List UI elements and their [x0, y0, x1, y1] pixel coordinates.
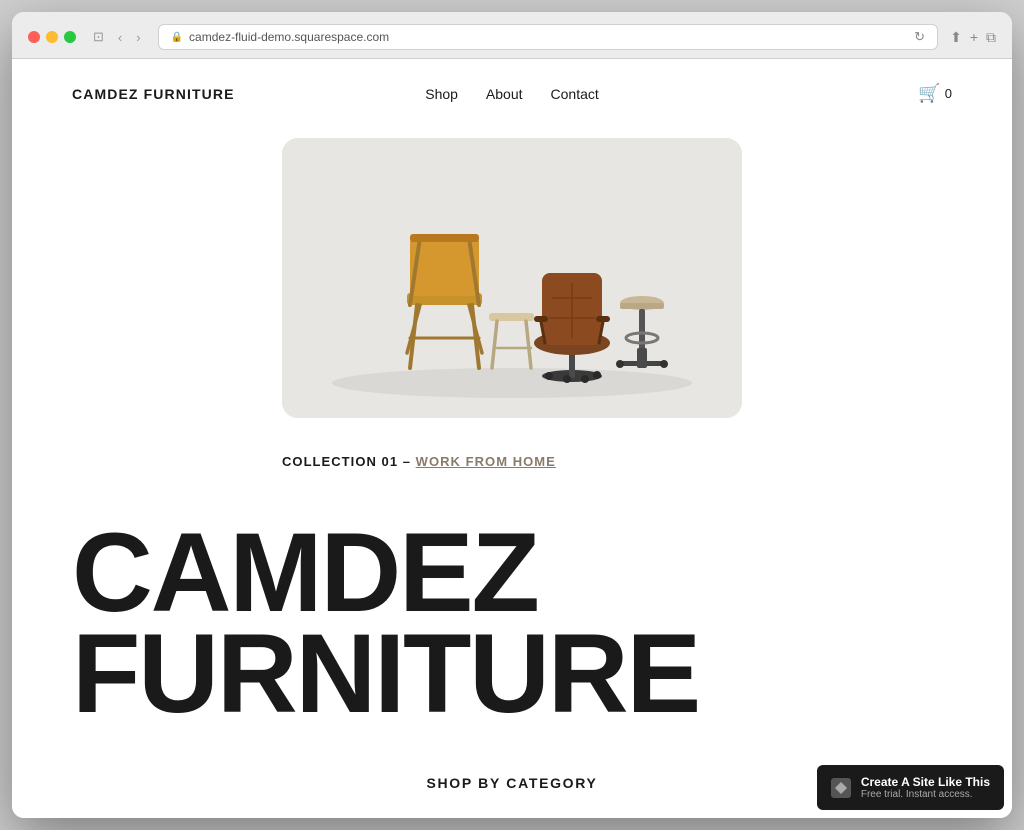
url-text: camdez-fluid-demo.squarespace.com	[189, 30, 389, 44]
hero-title: CAMDEZ FURNITURE	[72, 523, 952, 725]
traffic-lights	[28, 31, 76, 43]
browser-actions: ⬆ + ⧉	[950, 29, 996, 46]
browser-window: ⊡ ‹ › 🔒 camdez-fluid-demo.squarespace.co…	[12, 12, 1012, 818]
minimize-button[interactable]	[46, 31, 58, 43]
product-card[interactable]	[282, 138, 742, 418]
tab-overview-icon[interactable]: ⧉	[986, 29, 996, 46]
nav-link-about[interactable]: About	[486, 86, 523, 102]
nav-links: Shop About Contact	[425, 86, 599, 102]
hero-section: COLLECTION 01 – WORK FROM HOME	[12, 128, 1012, 503]
maximize-button[interactable]	[64, 31, 76, 43]
banner-main-text: Create A Site Like This	[861, 775, 990, 789]
cart-area[interactable]: 🛒 0	[918, 83, 952, 104]
banner-text: Create A Site Like This Free trial. Inst…	[861, 775, 990, 800]
cart-count: 0	[945, 86, 952, 101]
refresh-icon[interactable]: ↻	[914, 29, 925, 45]
share-icon[interactable]: ⬆	[950, 29, 962, 46]
squarespace-banner[interactable]: Create A Site Like This Free trial. Inst…	[817, 765, 1004, 810]
product-image	[282, 138, 742, 418]
forward-button[interactable]: ›	[131, 28, 145, 47]
chairs-svg	[282, 138, 742, 418]
collection-prefix: COLLECTION 01 –	[282, 454, 416, 469]
squarespace-icon	[831, 778, 851, 798]
browser-chrome: ⊡ ‹ › 🔒 camdez-fluid-demo.squarespace.co…	[12, 12, 1012, 59]
collection-link[interactable]: WORK FROM HOME	[416, 454, 556, 469]
nav-controls: ⊡ ‹ ›	[88, 27, 146, 47]
brand-logo[interactable]: CAMDEZ FURNITURE	[72, 86, 235, 102]
close-button[interactable]	[28, 31, 40, 43]
page-content: CAMDEZ FURNITURE Shop About Contact 🛒 0	[12, 59, 1012, 818]
lock-icon: 🔒	[171, 32, 183, 43]
nav-link-shop[interactable]: Shop	[425, 86, 458, 102]
new-tab-icon[interactable]: +	[970, 29, 978, 45]
nav-link-contact[interactable]: Contact	[551, 86, 599, 102]
cart-icon: 🛒	[918, 83, 940, 104]
address-bar[interactable]: 🔒 camdez-fluid-demo.squarespace.com ↻	[158, 24, 938, 50]
sidebar-toggle-icon[interactable]: ⊡	[88, 27, 109, 47]
back-button[interactable]: ‹	[113, 28, 127, 47]
banner-sub-text: Free trial. Instant access.	[861, 789, 990, 800]
hero-title-section: CAMDEZ FURNITURE	[12, 503, 1012, 735]
navbar: CAMDEZ FURNITURE Shop About Contact 🛒 0	[12, 59, 1012, 128]
collection-label: COLLECTION 01 – WORK FROM HOME	[282, 438, 742, 473]
